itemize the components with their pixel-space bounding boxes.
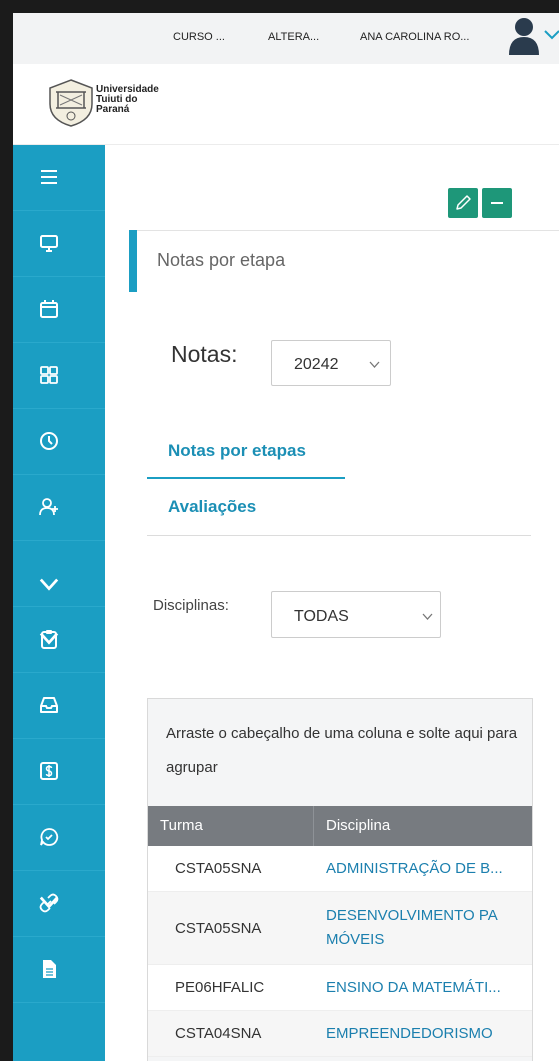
calendar-icon [40, 300, 58, 318]
cell-turma: CSTA05SNA [175, 860, 262, 877]
logo-area: Universidade Tuiuti do Paraná [13, 64, 559, 145]
cell-turma: CSTA04SNA [175, 1025, 262, 1042]
university-name: Universidade Tuiuti do Paraná [96, 85, 159, 115]
dollar-icon [40, 762, 58, 780]
top-bar: CURSO ... ALTERA... ANA CAROLINA RO... [13, 13, 559, 64]
tabs-divider [147, 535, 531, 536]
table-row: PE06HFALIC ENSINO DA MATEMÁTI... [148, 965, 532, 1011]
sidebar-item-finance[interactable] [13, 739, 105, 805]
section-title: Notas por etapa [157, 250, 286, 270]
sidebar-item-clipboard[interactable] [13, 607, 105, 673]
grades-grid: Arraste o cabeçalho de uma coluna e solt… [147, 698, 533, 1061]
chevron-down-icon [422, 613, 433, 620]
sidebar-item-expand[interactable] [13, 541, 105, 607]
column-header-disciplina[interactable]: Disciplina [326, 817, 390, 834]
cell-disciplina-link[interactable]: ENSINO DA MATEMÁTI... [326, 976, 532, 1000]
group-drop-area[interactable]: Arraste o cabeçalho de uma coluna e solt… [166, 717, 532, 785]
user-avatar-icon[interactable] [509, 15, 539, 55]
sidebar-item-inbox[interactable] [13, 673, 105, 739]
pencil-icon [456, 195, 471, 210]
period-select[interactable]: 20242 [271, 340, 391, 386]
sidebar-item-add-user[interactable] [13, 475, 105, 541]
grid-icon [40, 366, 58, 384]
menu-icon [41, 170, 57, 184]
document-icon [43, 960, 56, 978]
table-row: CSTA05SNA DESENVOLVIMENTO PA MÓVEIS [148, 892, 532, 965]
section-divider [137, 230, 559, 231]
column-header-turma[interactable]: Turma [160, 817, 203, 834]
sidebar-item-monitor[interactable] [13, 211, 105, 277]
cell-disciplina-link[interactable]: ADMINISTRAÇÃO DE B... [326, 857, 532, 881]
cell-disciplina-link[interactable]: EMPREENDEDORISMO [326, 1022, 532, 1046]
tab-notas-por-etapas[interactable]: Notas por etapas [168, 441, 306, 461]
disciplinas-label: Disciplinas: [153, 597, 229, 614]
logo-line-3: Paraná [96, 104, 130, 115]
edit-button[interactable] [448, 188, 478, 218]
sidebar-item-links[interactable] [13, 871, 105, 937]
disciplinas-select[interactable]: TODAS [271, 591, 441, 638]
table-row: CSTA04SNA EMPREENDEDORISMO [148, 1011, 532, 1057]
user-name[interactable]: ANA CAROLINA RO... [360, 31, 469, 43]
section-accent [129, 230, 137, 292]
monitor-icon [40, 235, 58, 252]
main-content: Notas por etapa Notas: 20242 Notas por e… [105, 145, 559, 1061]
minus-icon [491, 202, 503, 204]
grid-header: Turma Disciplina [148, 806, 532, 846]
sidebar-item-chat[interactable] [13, 805, 105, 871]
collapse-button[interactable] [482, 188, 512, 218]
sidebar [13, 145, 105, 1061]
clock-icon [40, 432, 58, 450]
period-select-value: 20242 [294, 356, 339, 373]
active-tab-indicator [147, 477, 345, 479]
sidebar-item-calendar[interactable] [13, 277, 105, 343]
chevron-down-icon[interactable] [544, 27, 559, 43]
notas-label: Notas: [171, 341, 238, 367]
sidebar-item-dashboard[interactable] [13, 343, 105, 409]
column-divider [313, 806, 314, 846]
user-add-icon [39, 498, 58, 516]
cell-turma: CSTA05SNA [175, 920, 262, 937]
chevron-down-icon [369, 361, 380, 368]
cell-disciplina-line-2: MÓVEIS [326, 931, 385, 948]
cell-disciplina-line-1: DESENVOLVIMENTO PA [326, 907, 498, 924]
disciplinas-select-value: TODAS [294, 608, 349, 625]
chevron-down-icon [39, 578, 59, 591]
sidebar-item-history[interactable] [13, 409, 105, 475]
chevron-down-icon [39, 632, 59, 645]
tab-avaliacoes[interactable]: Avaliações [168, 497, 256, 517]
sidebar-item-menu[interactable] [13, 145, 105, 211]
app-window: CURSO ... ALTERA... ANA CAROLINA RO... U… [13, 13, 559, 1061]
university-crest-icon [49, 79, 93, 127]
table-row: CSTA05SNA ADMINISTRAÇÃO DE B... [148, 846, 532, 892]
cell-turma: PE06HFALIC [175, 979, 265, 996]
cell-disciplina-link[interactable]: DESENVOLVIMENTO PA MÓVEIS [326, 904, 532, 952]
chat-icon [40, 828, 59, 846]
chevron-down-icon [39, 896, 59, 909]
change-link[interactable]: ALTERA... [268, 31, 319, 43]
inbox-icon [40, 697, 58, 713]
sidebar-item-documents[interactable] [13, 937, 105, 1003]
course-selector[interactable]: CURSO ... [173, 31, 225, 43]
